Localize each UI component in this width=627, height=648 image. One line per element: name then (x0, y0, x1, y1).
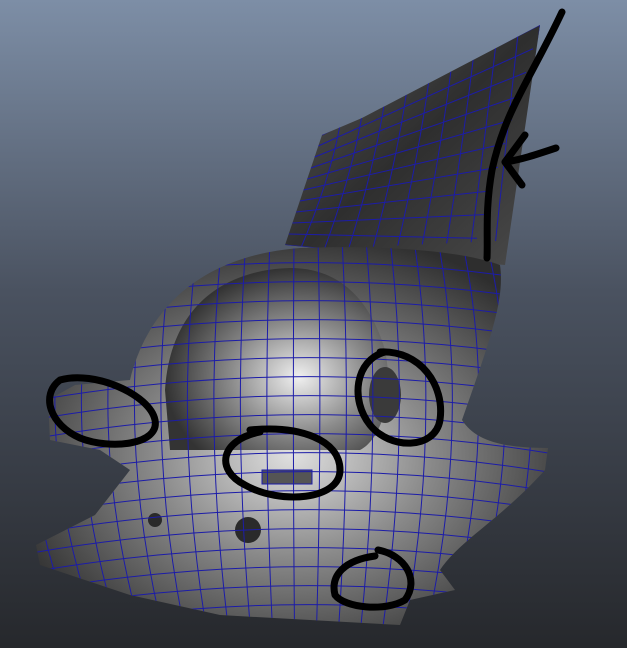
eye-hole-right (369, 367, 401, 423)
viewport-canvas[interactable] (0, 0, 627, 648)
hole-left (148, 513, 162, 527)
3d-viewport[interactable] (0, 0, 627, 648)
